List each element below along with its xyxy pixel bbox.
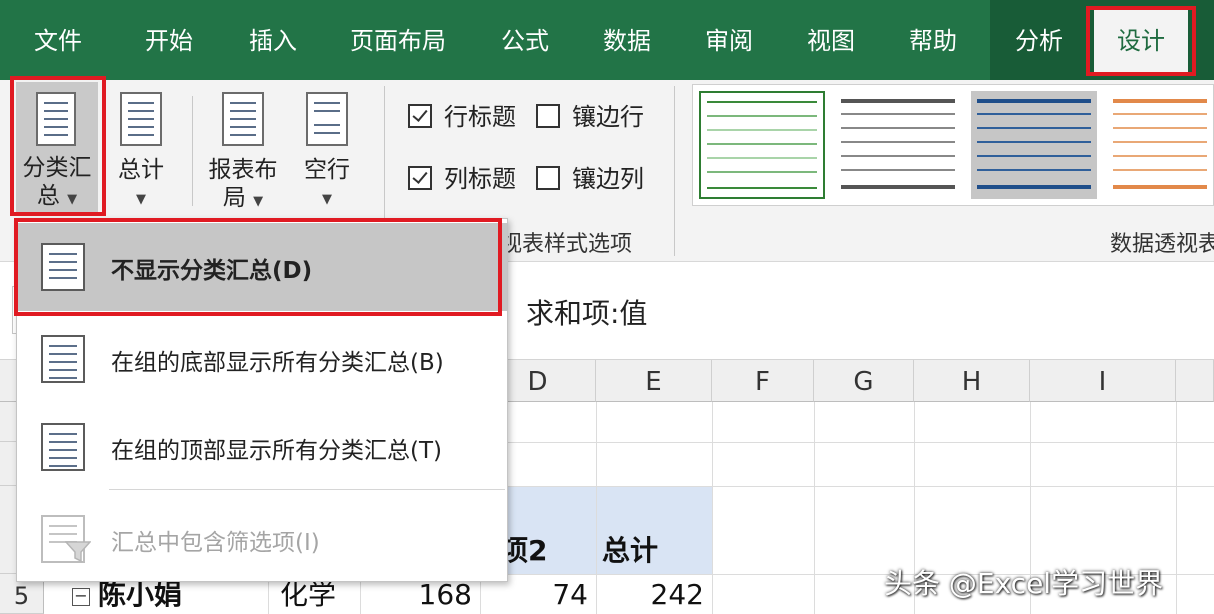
column-headers-checkbox[interactable]: 列标题 [408, 164, 528, 194]
menu-item-no-subtotals[interactable]: 不显示分类汇总(D) [17, 223, 507, 311]
menu-item-label: 在组的底部显示所有分类汇总(B) [111, 350, 444, 376]
subtotals-bottom-icon [41, 335, 85, 383]
menu-item-include-filtered: 汇总中包含筛选项(I) [17, 495, 507, 583]
tab-data[interactable]: 数据 [580, 0, 674, 80]
menu-item-subtotals-bottom[interactable]: 在组的底部显示所有分类汇总(B) [17, 315, 507, 403]
pivot-style-gallery[interactable] [692, 84, 1214, 206]
tab-view[interactable]: 视图 [784, 0, 878, 80]
report-layout-icon [222, 92, 264, 146]
menu-item-label: 不显示分类汇总(D) [111, 258, 313, 284]
grand-totals-button[interactable]: 总计 ▼ [108, 82, 174, 212]
tab-file[interactable]: 文件 [14, 0, 102, 80]
subtotals-label-line1: 分类汇 [22, 155, 92, 181]
banded-columns-label: 镶边列 [572, 165, 644, 193]
style-thumb-orange[interactable] [1107, 91, 1213, 199]
cell-subject[interactable]: 化学 [280, 578, 336, 612]
report-layout-label-line2: 局 [222, 185, 246, 211]
style-thumb-green[interactable] [699, 91, 825, 199]
tab-design[interactable]: 设计 [1094, 8, 1188, 72]
column-header-f[interactable]: F [712, 360, 814, 402]
formula-bar-value[interactable]: 求和项:值 [526, 292, 647, 332]
report-layout-button[interactable]: 报表布 局 ▼ [204, 82, 282, 212]
chevron-down-icon: ▼ [136, 192, 146, 207]
cell-value-1[interactable]: 168 [360, 578, 472, 612]
style-thumb-gray[interactable] [835, 91, 961, 199]
tab-analyze[interactable]: 分析 [992, 0, 1086, 80]
tab-review[interactable]: 审阅 [682, 0, 776, 80]
subtotals-label-line2: 总 [36, 183, 60, 209]
menu-item-label: 在组的顶部显示所有分类汇总(T) [111, 438, 442, 464]
style-thumb-blue-selected[interactable] [971, 91, 1097, 199]
style-options-group-label: 视表样式选项 [500, 232, 633, 257]
subtotals-top-icon [41, 423, 85, 471]
chevron-down-icon: ▼ [322, 192, 332, 207]
banded-rows-label: 镶边行 [572, 103, 644, 131]
menu-item-label: 汇总中包含筛选项(I) [111, 530, 320, 556]
watermark: 头条 @Excel学习世界 [884, 567, 1164, 600]
grand-totals-label: 总计 [118, 157, 164, 183]
tab-formulas[interactable]: 公式 [478, 0, 572, 80]
no-subtotals-icon [41, 243, 85, 291]
pivot-styles-group-label: 数据透视表 [1110, 232, 1214, 257]
banded-rows-checkbox[interactable]: 镶边行 [536, 102, 656, 132]
tab-page-layout[interactable]: 页面布局 [334, 0, 462, 80]
checkmark-icon [412, 168, 428, 184]
row-headers-label: 行标题 [444, 103, 516, 131]
cell-value-2[interactable]: 74 [480, 578, 588, 612]
blank-rows-icon [306, 92, 348, 146]
column-header-i[interactable]: I [1030, 360, 1176, 402]
filter-funnel-icon [41, 515, 91, 563]
ribbon-separator [674, 86, 675, 256]
row-label-name[interactable]: 陈小娟 [98, 578, 182, 612]
subtotals-icon [36, 92, 76, 146]
menu-item-subtotals-top[interactable]: 在组的顶部显示所有分类汇总(T) [17, 403, 507, 491]
column-headers-label: 列标题 [444, 165, 516, 193]
grand-totals-icon [120, 92, 162, 146]
column-header-g[interactable]: G [814, 360, 914, 402]
column-header-h[interactable]: H [914, 360, 1030, 402]
tab-home[interactable]: 开始 [122, 0, 216, 80]
tab-help[interactable]: 帮助 [886, 0, 980, 80]
blank-rows-button[interactable]: 空行 ▼ [294, 82, 360, 212]
menu-bar: 文件 开始 插入 页面布局 公式 数据 审阅 视图 帮助 分析 设计 [0, 0, 1214, 80]
menu-separator [109, 489, 505, 490]
checkmark-icon [412, 106, 428, 122]
report-layout-label-line1: 报表布 [208, 157, 278, 183]
column-header-j [1176, 360, 1214, 402]
tab-insert[interactable]: 插入 [226, 0, 320, 80]
blank-rows-label: 空行 [304, 157, 350, 183]
cell-total[interactable]: 242 [596, 578, 704, 612]
row-headers-checkbox[interactable]: 行标题 [408, 102, 528, 132]
pivot-grand-total-header[interactable]: 总计 [602, 534, 658, 568]
chevron-down-icon: ▼ [253, 194, 264, 209]
banded-columns-checkbox[interactable]: 镶边列 [536, 164, 656, 194]
subtotals-button[interactable]: 分类汇 总 ▼ [16, 82, 98, 212]
collapse-minus-icon[interactable]: − [72, 588, 90, 606]
ribbon-separator [192, 96, 193, 206]
chevron-down-icon: ▼ [67, 192, 78, 207]
subtotals-dropdown-menu: 不显示分类汇总(D) 在组的底部显示所有分类汇总(B) 在组的顶部显示所有分类汇… [16, 218, 508, 582]
column-header-e[interactable]: E [596, 360, 712, 402]
